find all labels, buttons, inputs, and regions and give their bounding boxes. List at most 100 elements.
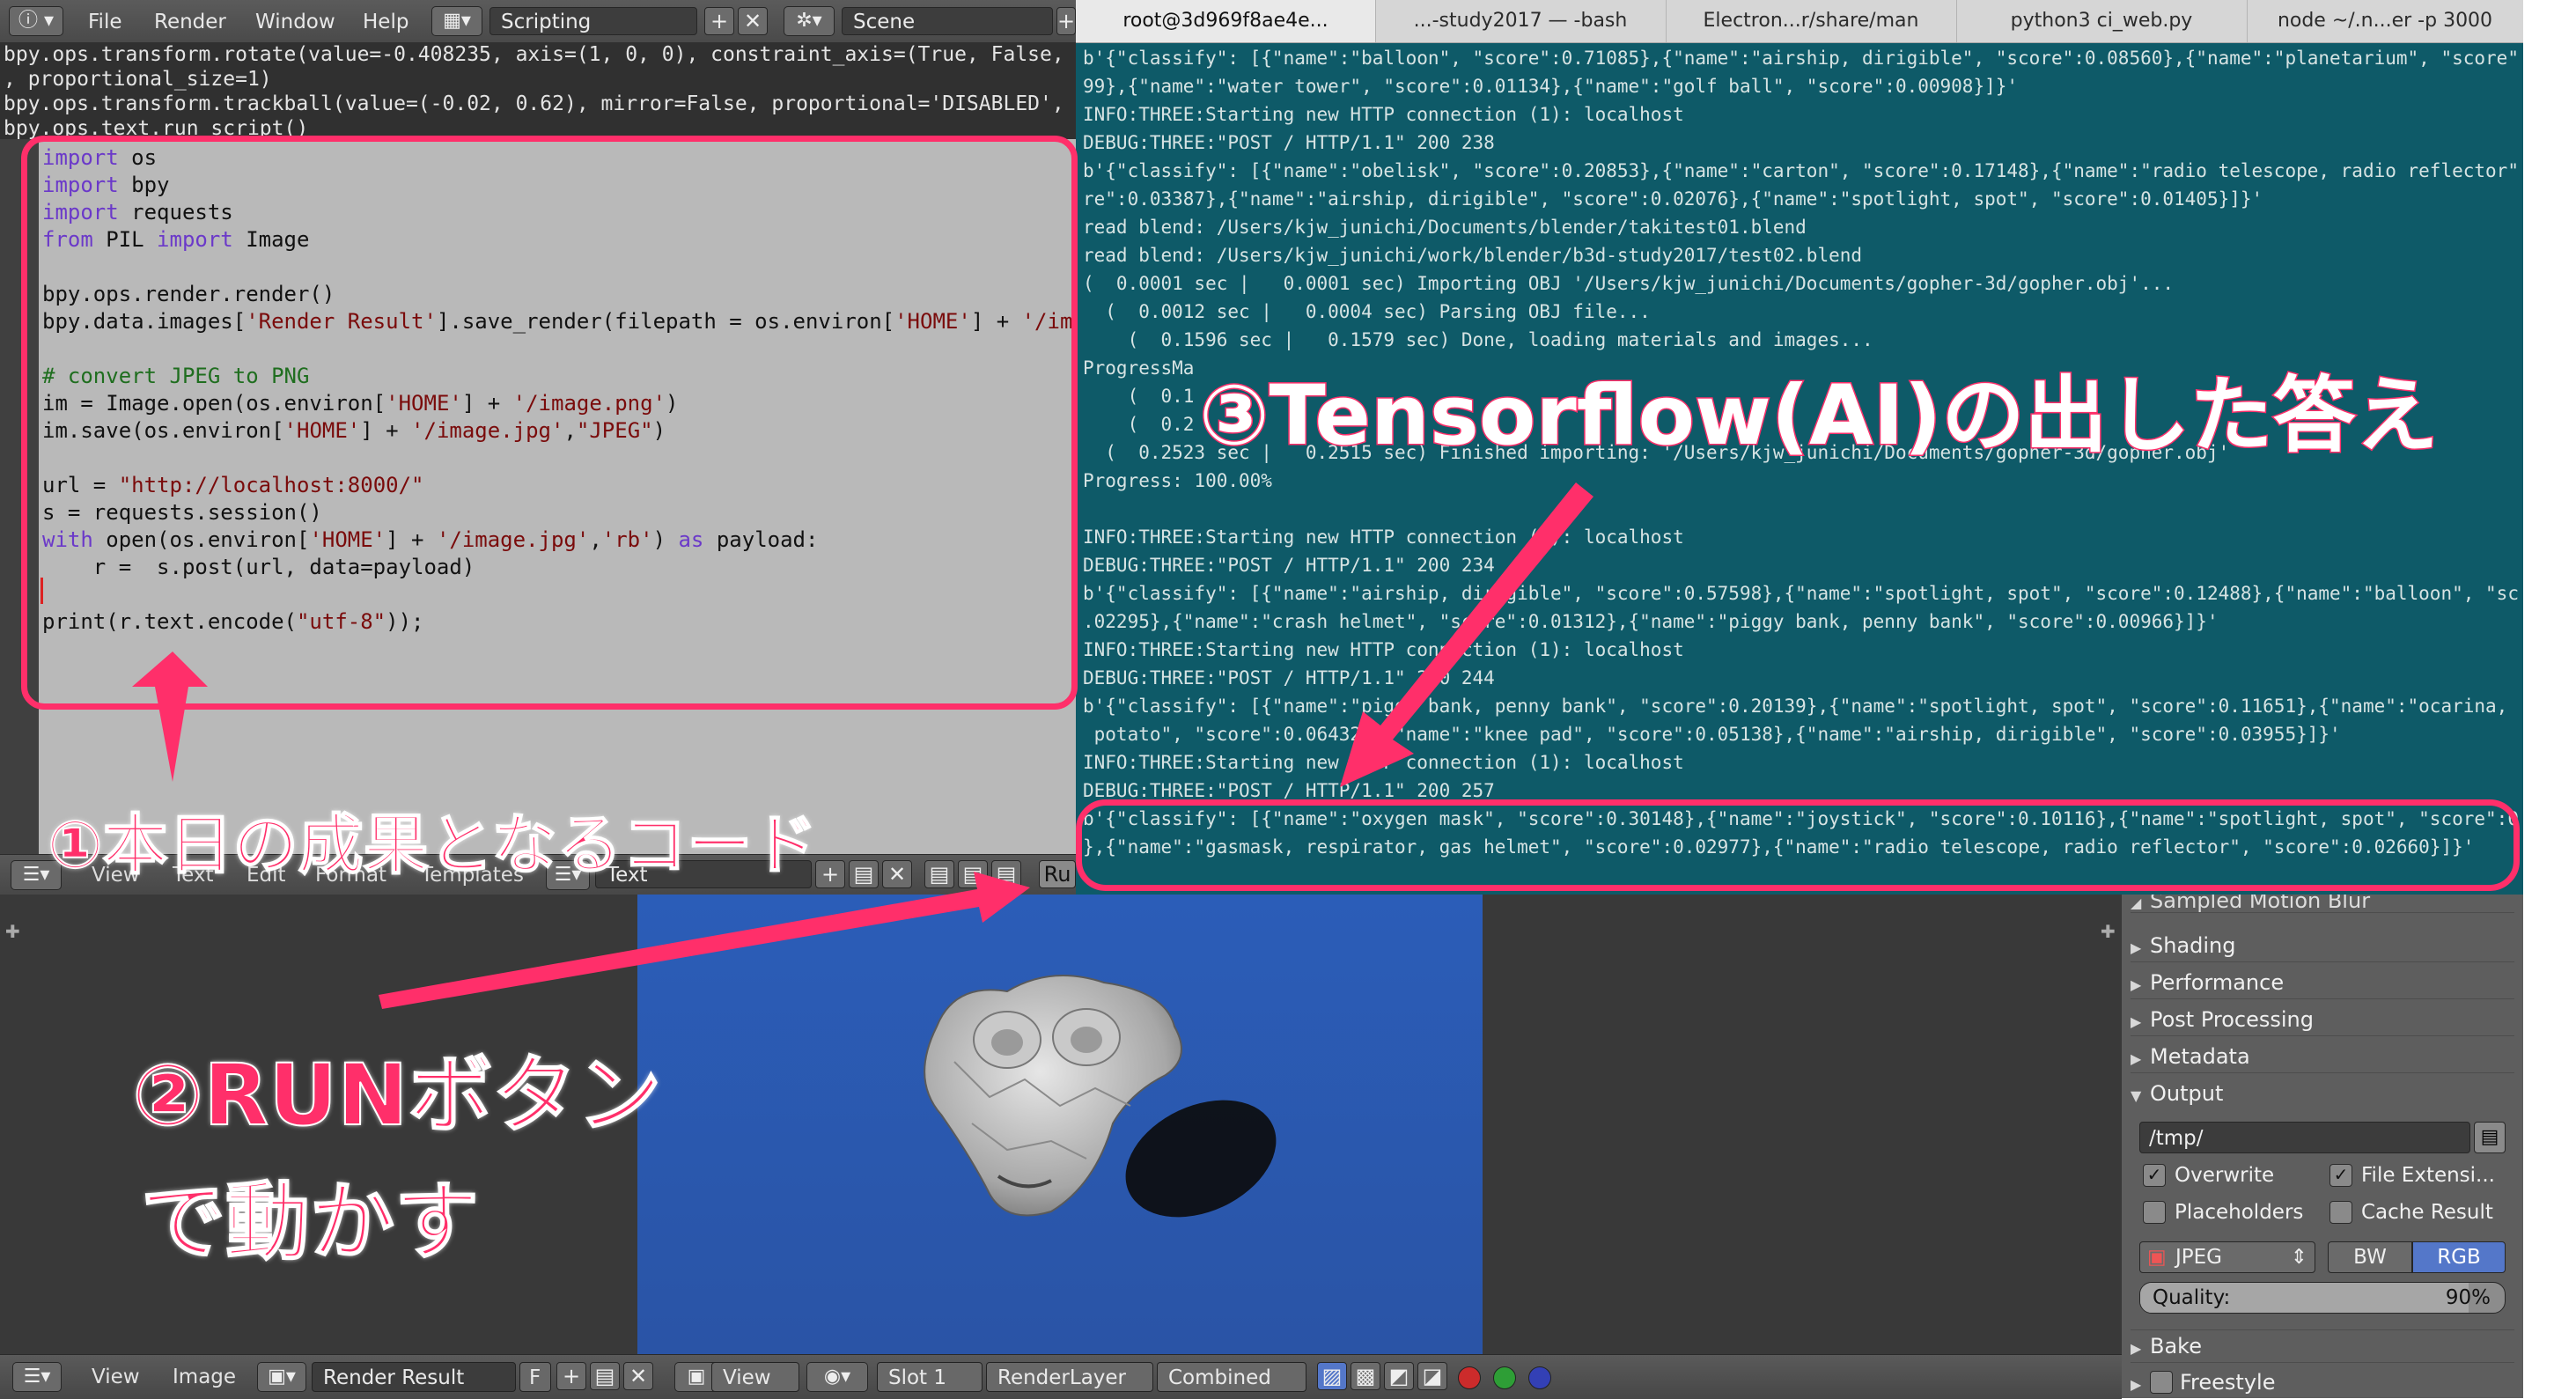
image-menu-view[interactable]: View	[92, 1355, 140, 1399]
unlink-text-button[interactable]: ✕	[882, 860, 912, 888]
line-numbers-toggle[interactable]: ▤	[924, 860, 954, 888]
terminal-line: Progress: 100.00%	[1083, 470, 1272, 491]
output-path-field[interactable]: /tmp/	[2139, 1122, 2470, 1153]
zbuffer-button[interactable]: ◩	[1384, 1362, 1414, 1390]
menu-render[interactable]: Render	[154, 0, 226, 42]
menu-window[interactable]: Window	[255, 0, 335, 42]
pivot-icon[interactable]: ◉▾	[806, 1362, 868, 1392]
syntax-highlight-toggle[interactable]: ▤	[991, 860, 1021, 888]
render-pass-dropdown[interactable]: Combined	[1157, 1362, 1306, 1392]
rgb-button[interactable]: RGB	[2412, 1241, 2506, 1273]
terminal-tab-study[interactable]: ...-study2017 — -bash	[1375, 0, 1667, 42]
annotation-code-label: ①本日の成果となるコード	[47, 806, 818, 884]
panel-output[interactable]: ▼ Output	[2131, 1078, 2514, 1109]
info-editor-type-button[interactable]: ⓘ ▾	[9, 6, 63, 36]
green-channel-button[interactable]	[1493, 1366, 1516, 1389]
open-image-button[interactable]: ▤	[590, 1362, 620, 1390]
area-split-icon-right[interactable]: ✚	[2101, 921, 2116, 942]
terminal-line: potato", "score":0.06432},{"name":"knee …	[1083, 724, 2341, 745]
terminal-line: b'{"classify": [{"name":"obelisk", "scor…	[1083, 160, 2518, 181]
alpha-button[interactable]: ▩	[1351, 1362, 1380, 1390]
terminal-line: INFO:THREE:Starting new HTTP connection …	[1083, 639, 1684, 660]
image-editor-type-icon[interactable]: ☰▾	[12, 1362, 62, 1392]
file-format-dropdown[interactable]: ▣ JPEG ⇕	[2139, 1241, 2315, 1273]
panel-freestyle[interactable]: ▶ Freestyle	[2131, 1366, 2514, 1398]
add-scene-button[interactable]: +	[1056, 7, 1076, 35]
red-channel-button[interactable]	[1458, 1366, 1481, 1389]
scene-field[interactable]: Scene	[842, 7, 1053, 35]
console-line: , proportional_size=1)	[4, 68, 272, 91]
placeholders-checkbox[interactable]	[2143, 1201, 2166, 1224]
python-console[interactable]: bpy.ops.transform.rotate(value=-0.408235…	[0, 42, 1076, 139]
add-screen-button[interactable]: +	[704, 7, 734, 35]
open-text-button[interactable]: ▤	[849, 860, 879, 888]
terminal-tab-root[interactable]: root@3d969f8ae4e...	[1076, 0, 1376, 42]
terminal-line: b'{"classify": [{"name":"airship, dirigi…	[1083, 583, 2518, 604]
blue-channel-button[interactable]	[1528, 1366, 1551, 1389]
scene-icon[interactable]: ✲▾	[784, 6, 835, 36]
panel-performance[interactable]: ▶ Performance	[2131, 967, 2514, 999]
collapsed-icon: ▶	[2131, 1013, 2142, 1030]
panel-label: Output	[2150, 1081, 2224, 1106]
annotation-answer-label: ③Tensorflow(AI)の出した答え	[1198, 367, 2440, 466]
collapsed-icon: ▶	[2131, 939, 2142, 956]
panel-label: Metadata	[2150, 1044, 2250, 1069]
image-browse-icon[interactable]: ▣▾	[257, 1362, 306, 1392]
channel-button[interactable]: ◪	[1417, 1362, 1447, 1390]
menu-help[interactable]: Help	[363, 0, 408, 42]
terminal-line: .02295},{"name":"crash helmet", "score":…	[1083, 611, 2219, 632]
overwrite-label: Overwrite	[2175, 1164, 2275, 1187]
file-format-value: JPEG	[2175, 1246, 2223, 1269]
terminal-tab-node[interactable]: node ~/.n...er -p 3000	[2247, 0, 2523, 42]
word-wrap-toggle[interactable]: ▤	[958, 860, 988, 888]
terminal-tab-bar: root@3d969f8ae4e... ...-study2017 — -bas…	[1076, 0, 2523, 43]
panel-label: Performance	[2150, 970, 2285, 995]
cache-result-checkbox[interactable]	[2329, 1201, 2352, 1224]
menu-file[interactable]: File	[88, 0, 122, 42]
fake-user-button[interactable]: F	[519, 1362, 551, 1392]
terminal-line: b'{"classify": [{"name":"piggy bank, pen…	[1083, 696, 2518, 717]
panel-shading[interactable]: ▶ Shading	[2131, 930, 2514, 962]
unlink-image-button[interactable]: ✕	[623, 1362, 653, 1390]
remove-screen-button[interactable]: ✕	[738, 7, 768, 35]
screen-layout-icon[interactable]: ▦▾	[431, 6, 482, 36]
file-extensions-label: File Extensi...	[2361, 1164, 2495, 1187]
bw-button[interactable]: BW	[2328, 1241, 2412, 1273]
screen-layout-field[interactable]: Scripting	[489, 7, 697, 35]
annotation-run-label-1: ②RUNボタン	[131, 1045, 662, 1145]
collapsed-icon: ▶	[2131, 976, 2142, 993]
terminal-tab-electron[interactable]: Electron...r/share/man	[1666, 0, 1957, 42]
answer-highlight-box	[1076, 799, 2520, 891]
terminal-line: ( 0.0012 sec | 0.0004 sec) Parsing OBJ f…	[1083, 301, 1651, 322]
image-menu-image[interactable]: Image	[173, 1355, 236, 1399]
page-margin	[2523, 0, 2576, 1398]
render-layer-dropdown[interactable]: RenderLayer	[986, 1362, 1153, 1392]
overwrite-checkbox[interactable]: ✓	[2143, 1164, 2166, 1187]
collapsed-icon: ▶	[2131, 1376, 2142, 1393]
display-mode-button[interactable]: ▨	[1317, 1362, 1347, 1390]
panel-metadata[interactable]: ▶ Metadata	[2131, 1041, 2514, 1073]
terminal-line: re":0.03387},{"name":"airship, dirigible…	[1083, 188, 2263, 210]
slot-dropdown[interactable]: Slot 1	[877, 1362, 983, 1392]
view-mode-dropdown[interactable]: View	[711, 1362, 799, 1392]
annotation-run-label-2: で動かす	[140, 1172, 480, 1272]
panel-label: Post Processing	[2150, 1007, 2314, 1032]
area-split-icon[interactable]: ✚	[5, 921, 20, 942]
panel-sampled-motion-blur[interactable]: ◢ Sampled Motion Blur	[2131, 895, 2514, 913]
panel-bake[interactable]: ▶ Bake	[2131, 1329, 2514, 1363]
new-text-button[interactable]: +	[815, 860, 845, 888]
panel-label: Sampled Motion Blur	[2150, 895, 2371, 913]
panel-label: Freestyle	[2180, 1370, 2276, 1395]
panel-post-processing[interactable]: ▶ Post Processing	[2131, 1004, 2514, 1036]
run-script-button[interactable]: Ru	[1039, 860, 1076, 888]
new-image-button[interactable]: +	[556, 1362, 586, 1390]
folder-icon[interactable]: ▤	[2474, 1122, 2506, 1153]
quality-slider[interactable]: Quality: 90%	[2139, 1282, 2506, 1314]
cache-result-label: Cache Result	[2361, 1201, 2493, 1224]
suzanne-monkey-render	[924, 975, 1277, 1218]
image-name-field[interactable]: Render Result	[312, 1362, 516, 1392]
file-extensions-checkbox[interactable]: ✓	[2329, 1164, 2352, 1187]
terminal-tab-python[interactable]: python3 ci_web.py	[1956, 0, 2248, 42]
terminal-line: DEBUG:THREE:"POST / HTTP/1.1" 200 234	[1083, 555, 1495, 576]
freestyle-checkbox[interactable]	[2150, 1371, 2173, 1394]
